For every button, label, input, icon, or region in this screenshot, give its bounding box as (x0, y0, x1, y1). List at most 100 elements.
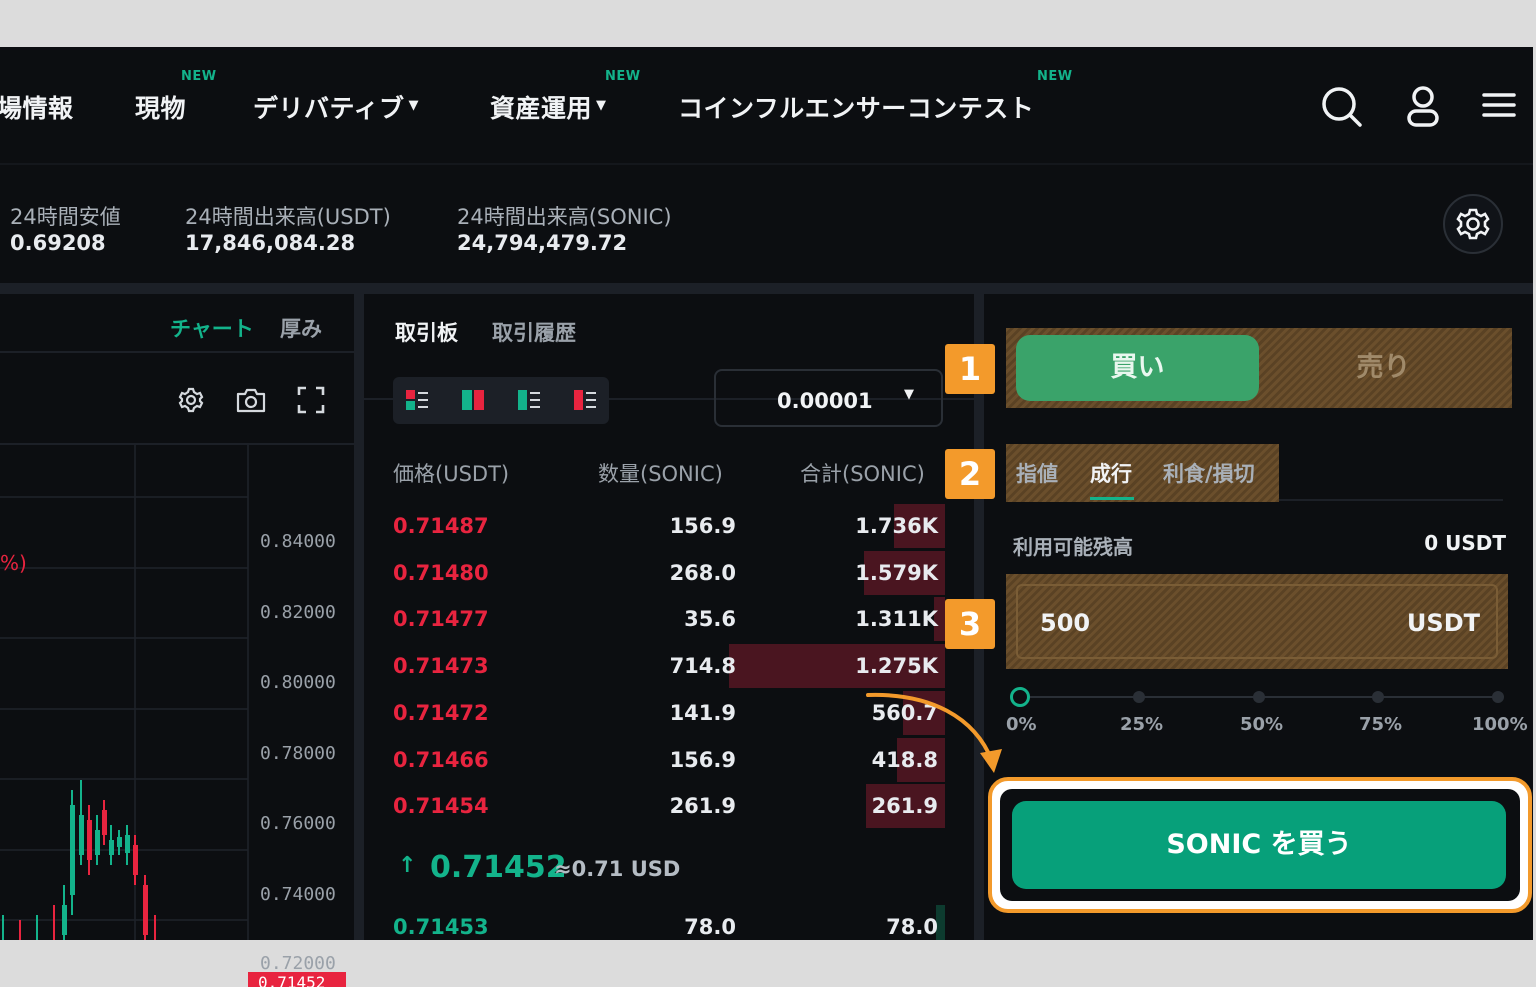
slider-mark: 100% (1472, 714, 1528, 735)
y-axis-tick: 0.72000 (260, 953, 336, 974)
order-type-market[interactable]: 成行 (1090, 458, 1132, 488)
y-axis-tick: 0.74000 (260, 884, 336, 905)
amount-value: 500 (1040, 609, 1091, 637)
ask-price[interactable]: 0.71454 (393, 794, 489, 818)
menu-icon[interactable] (1476, 83, 1522, 129)
ask-qty: 35.6 (684, 607, 736, 631)
callout-arrow (866, 692, 1002, 773)
ask-total: 1.275K (855, 654, 938, 678)
header-price: 価格(USDT) (393, 462, 510, 486)
ask-price[interactable]: 0.71473 (393, 654, 489, 678)
order-type-limit[interactable]: 指値 (1016, 458, 1058, 488)
nav-item-market-info[interactable]: 場情報 (0, 89, 74, 125)
user-icon[interactable] (1400, 83, 1446, 129)
step-badge-1: 1 (945, 344, 995, 394)
ask-price[interactable]: 0.71480 (393, 561, 489, 585)
caret-down-icon: ▼ (596, 98, 607, 113)
order-type-tp-sl[interactable]: 利食/損切 (1163, 458, 1255, 488)
buy-sonic-button[interactable]: SONIC を買う (1012, 801, 1506, 889)
slider-mark: 50% (1240, 714, 1284, 735)
ask-total: 261.9 (871, 794, 938, 818)
settings-button[interactable] (1443, 194, 1503, 254)
gear-icon (1456, 208, 1490, 240)
slider-mark: 75% (1359, 714, 1403, 735)
bid-total: 78.0 (886, 915, 938, 939)
view-asks-icon[interactable] (572, 387, 598, 413)
exchange-app: 場情報 NEW 現物 デリバティブ ▼ NEW 資産運用 ▼ NEW コインフルエン… (0, 47, 1536, 987)
ticker-stats: 24時間安値 0.69208 24時間出来高(USDT) 17,846,084.… (0, 165, 1533, 283)
stat-value-24h-volume-sonic: 24,794,479.72 (457, 231, 628, 255)
slider-mark: 25% (1120, 714, 1164, 735)
search-icon[interactable] (1318, 83, 1364, 129)
divider (0, 351, 354, 353)
ask-qty: 156.9 (669, 514, 736, 538)
ask-qty: 156.9 (669, 748, 736, 772)
arrow-up-icon: ↑ (398, 853, 417, 878)
sell-tab[interactable]: 売り (1262, 335, 1505, 401)
ask-price[interactable]: 0.71472 (393, 701, 489, 725)
ask-total: 1.736K (855, 514, 938, 538)
active-order-type-indicator (1090, 497, 1134, 500)
ask-price[interactable]: 0.71477 (393, 607, 489, 631)
slider-stop[interactable] (1253, 691, 1265, 703)
caret-down-icon: ▼ (904, 387, 914, 402)
precision-select[interactable]: 0.00001 ▼ (714, 369, 943, 427)
slider-mark: 0% (1006, 714, 1037, 735)
slider-stop[interactable] (1372, 691, 1384, 703)
tab-orderbook[interactable]: 取引板 (395, 317, 458, 347)
ask-price[interactable]: 0.71466 (393, 748, 489, 772)
ask-qty: 261.9 (669, 794, 736, 818)
view-both-icon[interactable] (404, 387, 430, 413)
ask-total: 1.579K (855, 561, 938, 585)
top-nav: 場情報 NEW 現物 デリバティブ ▼ NEW 資産運用 ▼ NEW コインフルエン… (0, 47, 1533, 165)
step-badge-2: 2 (945, 449, 995, 499)
tab-trade-history[interactable]: 取引履歴 (492, 317, 576, 347)
nav-item-asset-management[interactable]: 資産運用 ▼ (490, 89, 607, 125)
slider-stop[interactable] (1492, 691, 1504, 703)
header-qty: 数量(SONIC) (598, 462, 723, 486)
candles (2, 780, 156, 940)
new-badge: NEW (181, 69, 217, 84)
tab-chart[interactable]: チャート (170, 313, 254, 343)
last-price-usd: ≈0.71 USD (554, 857, 681, 881)
nav-item-coinfluencer-contest[interactable]: コインフルエンサーコンテスト (678, 89, 1034, 125)
ask-qty: 714.8 (669, 654, 736, 678)
amount-input[interactable]: 500 USDT (1016, 584, 1498, 659)
step-badge-3: 3 (945, 599, 995, 649)
view-bids-icon[interactable] (516, 387, 542, 413)
tab-depth[interactable]: 厚み (280, 313, 322, 343)
fullscreen-icon[interactable] (296, 385, 326, 415)
new-badge: NEW (605, 69, 641, 84)
bid-price[interactable]: 0.71453 (393, 915, 489, 939)
stat-label-24h-low: 24時間安値 (10, 205, 121, 229)
camera-icon[interactable] (235, 385, 267, 415)
view-split-icon[interactable] (460, 387, 486, 413)
stat-value-24h-volume-usdt: 17,846,084.28 (185, 231, 356, 255)
nav-item-derivatives[interactable]: デリバティブ ▼ (253, 89, 419, 125)
bid-qty: 78.0 (684, 915, 736, 939)
stat-label-24h-volume-usdt: 24時間出来高(USDT) (185, 205, 391, 229)
stat-label-24h-volume-sonic: 24時間出来高(SONIC) (457, 205, 672, 229)
price-change-label: %) (0, 551, 27, 575)
caret-down-icon: ▼ (408, 98, 420, 113)
amount-unit: USDT (1406, 609, 1480, 637)
nav-item-spot[interactable]: 現物 (135, 89, 186, 125)
buy-tab[interactable]: 買い (1016, 335, 1259, 401)
stat-value-24h-low: 0.69208 (10, 231, 106, 255)
ask-qty: 141.9 (669, 701, 736, 725)
ask-qty: 268.0 (669, 561, 736, 585)
y-axis-tick: 0.82000 (260, 602, 336, 623)
available-balance-value: 0 USDT (1424, 531, 1506, 555)
header-total: 合計(SONIC) (800, 462, 925, 486)
y-axis-tick: 0.78000 (260, 743, 336, 764)
slider-handle[interactable] (1010, 687, 1030, 707)
slider-stop[interactable] (1133, 691, 1145, 703)
y-axis-tick: 0.76000 (260, 813, 336, 834)
precision-value: 0.00001 (777, 389, 873, 413)
available-balance-label: 利用可能残高 (1013, 535, 1133, 559)
ask-price[interactable]: 0.71487 (393, 514, 489, 538)
current-price-tag: 0.71452 (248, 972, 346, 987)
divider (1279, 499, 1503, 501)
chart-settings-icon[interactable] (176, 385, 206, 415)
last-price: 0.71452 (430, 850, 567, 885)
